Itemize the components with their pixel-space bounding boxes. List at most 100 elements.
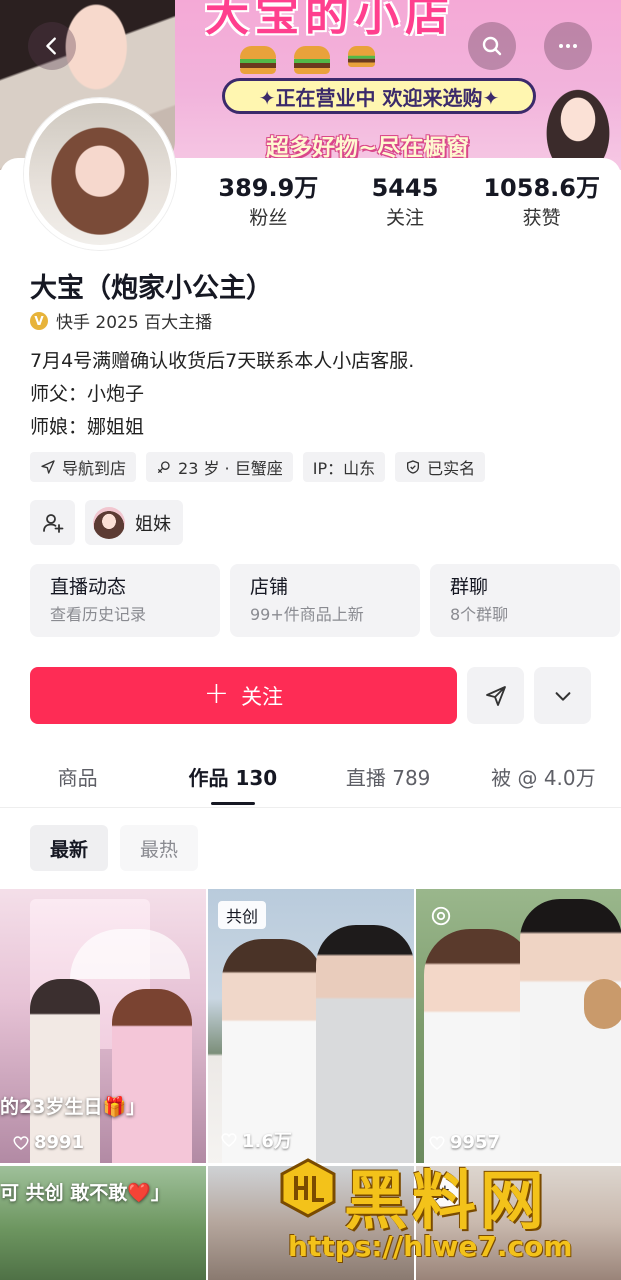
search-icon	[482, 36, 502, 56]
sister-label: 姐妹	[135, 513, 171, 535]
tag-label: 导航到店	[62, 459, 127, 478]
video-caption: 的23岁生日🎁」	[0, 1096, 146, 1118]
back-button[interactable]	[28, 22, 76, 70]
stat-followers[interactable]: 389.9万 粉丝	[200, 172, 337, 232]
like-count: 1.6万	[220, 1127, 292, 1153]
action-row: + 关注	[30, 667, 591, 724]
thumb-person	[520, 899, 621, 1163]
stat-label: 获赞	[522, 207, 561, 229]
banner-burgers	[240, 46, 384, 74]
profile-tags: 导航到店 23 岁 · 巨蟹座 IP：山东 已实名	[30, 452, 486, 482]
search-button[interactable]	[468, 22, 516, 70]
verified-badge-icon: V	[30, 311, 48, 330]
more-button[interactable]	[544, 22, 592, 70]
tag-verified[interactable]: 已实名	[395, 452, 486, 482]
card-title: 店铺	[250, 576, 289, 598]
tag-age: 23 岁 · 巨蟹座	[146, 452, 293, 482]
thumb-person	[112, 989, 192, 1163]
banner-open-pill: ✦正在营业中 欢迎来选购✦	[222, 78, 536, 114]
card-subtitle: 8个群聊	[450, 605, 509, 624]
add-friend-button[interactable]	[30, 500, 75, 545]
gender-icon	[158, 461, 170, 473]
bio-line: 7月4号满赠确认收货后7天联系本人小店客服.	[30, 350, 415, 372]
burger-icon	[348, 46, 375, 67]
video-thumbnail[interactable]	[208, 1166, 414, 1280]
card-title: 直播动态	[50, 576, 127, 598]
tag-label: 已实名	[427, 459, 476, 478]
stat-label: 关注	[386, 207, 425, 229]
heart-icon	[221, 1133, 237, 1147]
tab-works[interactable]: 作品 130	[155, 756, 310, 807]
chevron-down-icon	[555, 691, 570, 701]
verified-shield-icon	[407, 460, 420, 474]
follow-label: 关注	[241, 684, 284, 709]
chevron-left-icon	[46, 37, 56, 55]
video-thumbnail[interactable]: 共	[416, 1166, 621, 1280]
stat-value: 1058.6万	[483, 174, 600, 202]
plus-icon: +	[203, 676, 230, 711]
burger-icon	[294, 46, 330, 74]
thumb-teddy-bear	[584, 979, 621, 1029]
profile-stats: 389.9万 粉丝 5445 关注 1058.6万 获赞	[200, 172, 610, 232]
certification-row[interactable]: V 快手 2025 百大主播	[30, 308, 212, 333]
like-count-value: 1.6万	[242, 1131, 292, 1152]
add-user-icon	[42, 513, 63, 533]
sister-avatar	[93, 506, 125, 539]
tag-ip: IP：山东	[302, 452, 386, 482]
more-dots-icon	[559, 44, 577, 48]
profile-avatar[interactable]	[24, 98, 176, 250]
tag-navigate-store[interactable]: 导航到店	[30, 452, 137, 482]
sort-newest-button[interactable]: 最新	[30, 825, 109, 871]
video-thumbnail[interactable]: 共创 1.6万	[208, 889, 414, 1163]
info-cards: 直播动态 查看历史记录 店铺 99+件商品上新 群聊 8个群聊	[30, 564, 620, 637]
like-count-value: 9957	[450, 1132, 501, 1153]
card-live-activity[interactable]: 直播动态 查看历史记录	[30, 564, 220, 637]
like-count-value: 8991	[34, 1132, 85, 1153]
card-title: 群聊	[450, 576, 489, 598]
heart-icon	[13, 1135, 29, 1150]
follow-button[interactable]: + 关注	[30, 667, 457, 724]
thumb-person	[316, 925, 414, 1163]
burger-icon	[240, 46, 276, 74]
tab-products[interactable]: 商品	[0, 756, 155, 807]
card-store[interactable]: 店铺 99+件商品上新	[230, 564, 420, 637]
stat-value: 389.9万	[218, 174, 319, 202]
content-tabs: 商品 作品 130 直播 789 被 @ 4.0万	[0, 756, 621, 808]
bio-line: 师娘：娜姐姐	[30, 416, 145, 438]
tag-label: 23 岁 · 巨蟹座	[178, 459, 283, 478]
video-thumbnail[interactable]: 9957	[416, 889, 621, 1163]
share-message-button[interactable]	[467, 667, 524, 724]
video-thumbnail[interactable]: 可 共创 敢不敢❤️」	[0, 1166, 206, 1280]
stat-likes[interactable]: 1058.6万 获赞	[473, 172, 610, 232]
camera-icon	[431, 906, 451, 926]
stat-value: 5445	[371, 174, 439, 202]
card-subtitle: 99+件商品上新	[250, 605, 364, 624]
like-count: 9957	[428, 1132, 500, 1153]
card-subtitle: 查看历史记录	[50, 605, 147, 624]
sister-chip[interactable]: 姐妹	[85, 500, 183, 545]
thumb-person	[424, 929, 534, 1163]
sort-row: 最新 最热	[30, 825, 199, 871]
banner-photo-right	[538, 78, 618, 170]
expand-button[interactable]	[534, 667, 591, 724]
certification-text: 快手 2025 百大主播	[56, 313, 213, 333]
stat-following[interactable]: 5445 关注	[337, 172, 474, 232]
bio-line: 师父：小炮子	[30, 383, 145, 405]
like-count: 8991	[12, 1132, 84, 1153]
video-thumbnail[interactable]: 的23岁生日🎁」 8991	[0, 889, 206, 1163]
sort-hottest-button[interactable]: 最热	[120, 825, 199, 871]
banner-slogan: 超多好物~尽在橱窗	[266, 135, 470, 161]
heart-icon	[429, 1135, 445, 1150]
card-group-chat[interactable]: 群聊 8个群聊	[430, 564, 620, 637]
co-create-badge: 共	[426, 1178, 459, 1206]
co-create-badge: 共创	[218, 901, 267, 929]
video-caption: 可 共创 敢不敢❤️」	[0, 1182, 170, 1204]
tab-live[interactable]: 直播 789	[311, 756, 466, 807]
tag-label: IP：山东	[312, 459, 376, 478]
send-icon	[485, 685, 506, 706]
navigation-icon	[41, 460, 55, 474]
tab-mentions[interactable]: 被 @ 4.0万	[466, 756, 621, 807]
friends-row: 姐妹	[30, 500, 183, 545]
stat-label: 粉丝	[249, 207, 288, 229]
profile-name: 大宝（炮家小公主）	[30, 273, 273, 304]
